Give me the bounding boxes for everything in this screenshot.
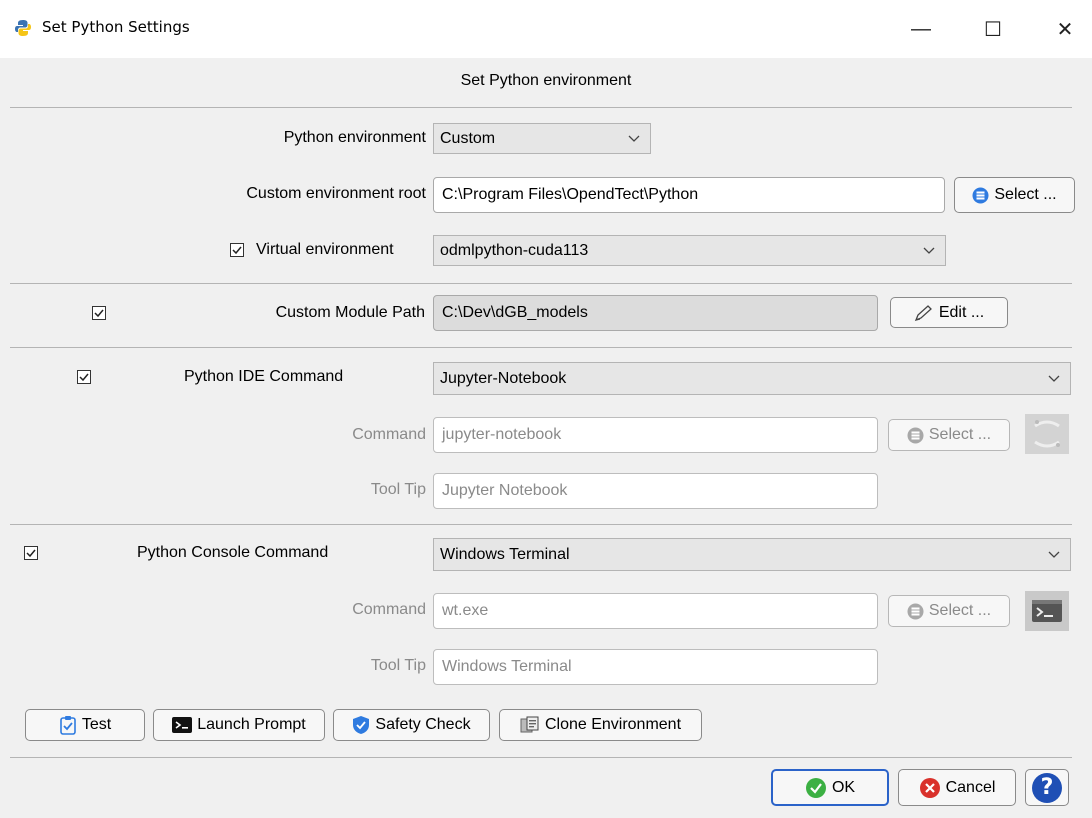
console-label: Python Console Command [137,544,329,561]
ide-command-value: jupyter-notebook [442,426,562,443]
launch-prompt-button[interactable]: Launch Prompt [153,709,325,741]
console-command-label: Command [352,601,426,618]
env-root-label: Custom environment root [246,185,426,202]
module-path-input: C:\Dev\dGB_models [433,295,878,331]
edit-label: Edit ... [938,303,985,321]
chevron-down-icon [923,242,935,260]
console-select-button[interactable]: Select ... [888,595,1010,627]
divider [10,283,1072,284]
cancel-button[interactable]: Cancel [898,769,1016,806]
console-tooltip-input[interactable]: Windows Terminal [433,649,878,685]
module-path-checkbox[interactable] [92,306,106,320]
console-select[interactable]: Windows Terminal [433,538,1071,571]
ide-select[interactable]: Jupyter-Notebook [433,362,1071,395]
help-button[interactable]: ? [1025,769,1069,806]
check-icon [79,373,89,382]
python-logo-icon [14,19,32,42]
select-label: Select ... [994,186,1057,203]
test-label: Test [81,716,112,733]
window-title: Set Python Settings [42,18,190,36]
select-label: Select ... [928,602,992,619]
ide-value: Jupyter-Notebook [440,369,567,387]
ok-label: OK [831,778,856,796]
ide-tooltip-label: Tool Tip [370,481,426,498]
maximize-button[interactable]: ☐ [970,0,1016,58]
pencil-icon [914,304,934,322]
shield-icon [352,715,370,735]
minimize-icon: — [911,17,931,40]
env-root-select-button[interactable]: Select ... [954,177,1075,213]
ok-button[interactable]: OK [771,769,889,806]
ide-tooltip-value: Jupyter Notebook [442,482,568,499]
venv-label: Virtual environment [256,241,394,258]
title-bar: Set Python Settings — ☐ ✕ [0,0,1092,58]
console-tooltip-label: Tool Tip [370,657,426,674]
ide-select-button[interactable]: Select ... [888,419,1010,451]
minimize-button[interactable]: — [898,0,944,58]
divider [10,757,1072,758]
env-root-value: C:\Program Files\OpendTect\Python [442,186,699,203]
copy-icon [520,716,540,734]
python-env-value: Custom [440,129,496,147]
console-command-value: wt.exe [442,602,489,619]
ide-command-input[interactable]: jupyter-notebook [433,417,878,453]
launch-prompt-label: Launch Prompt [197,716,306,733]
jupyter-icon[interactable] [1025,414,1069,454]
divider [10,347,1072,348]
test-button[interactable]: Test [25,709,145,741]
module-path-label: Custom Module Path [275,304,425,321]
divider [10,524,1072,525]
safety-check-label: Safety Check [375,716,471,733]
chevron-down-icon [1048,370,1060,388]
console-value: Windows Terminal [440,545,570,563]
module-path-value: C:\Dev\dGB_models [442,304,588,321]
help-icon: ? [1032,772,1062,803]
clipboard-check-icon [59,715,77,735]
console-command-input[interactable]: wt.exe [433,593,878,629]
terminal-icon[interactable] [1025,591,1069,631]
database-icon [907,603,924,620]
terminal-icon [172,717,193,733]
ide-tooltip-input[interactable]: Jupyter Notebook [433,473,878,509]
cancel-label: Cancel [945,778,996,796]
ide-label: Python IDE Command [184,368,344,385]
dialog-subtitle: Set Python environment [460,72,632,89]
python-env-select[interactable]: Custom [433,123,651,154]
ide-command-label: Command [352,426,426,443]
venv-select[interactable]: odmlpython-cuda113 [433,235,946,266]
chevron-down-icon [628,130,640,148]
safety-check-button[interactable]: Safety Check [333,709,490,741]
clone-environment-label: Clone Environment [544,716,682,733]
chevron-down-icon [1048,546,1060,564]
console-checkbox[interactable] [24,546,38,560]
check-icon [26,549,36,558]
env-root-input[interactable]: C:\Program Files\OpendTect\Python [433,177,945,213]
check-circle-icon [805,777,827,799]
database-icon [972,187,989,204]
venv-value: odmlpython-cuda113 [440,241,589,259]
module-path-edit-button[interactable]: Edit ... [890,297,1008,328]
clone-environment-button[interactable]: Clone Environment [499,709,702,741]
python-env-label: Python environment [283,129,426,146]
check-icon [94,309,104,318]
database-icon [907,427,924,444]
ide-checkbox[interactable] [77,370,91,384]
close-icon: ✕ [1056,18,1074,41]
console-tooltip-value: Windows Terminal [442,658,572,675]
venv-checkbox[interactable] [230,243,244,257]
divider [10,107,1072,108]
close-button[interactable]: ✕ [1042,0,1088,58]
select-label: Select ... [928,426,992,443]
check-icon [232,246,242,255]
x-circle-icon [919,777,941,799]
maximize-icon: ☐ [984,18,1002,41]
